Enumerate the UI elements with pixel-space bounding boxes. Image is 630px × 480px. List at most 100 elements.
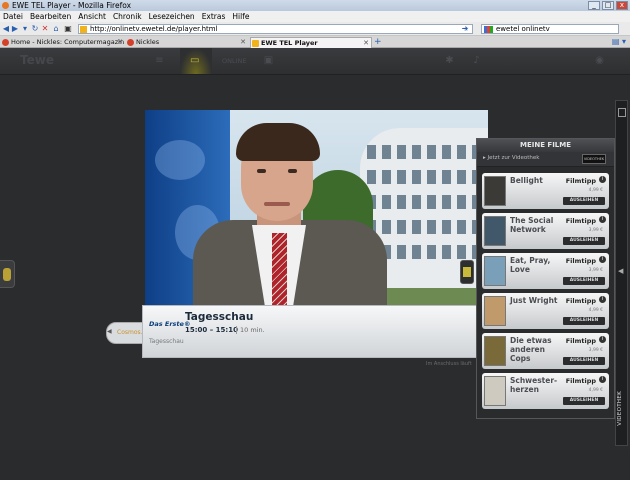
back-icon[interactable]: ◀ — [2, 25, 10, 33]
filmtipp-label: Filmtipp — [565, 217, 596, 225]
my-movies-panel: MEINE FILME ▸ Jetzt zur Videothek VIDEOT… — [476, 138, 615, 419]
filmtipp-label: Filmtipp — [565, 297, 596, 305]
movie-price: 3,99 € — [588, 268, 603, 273]
video-player[interactable] — [145, 110, 488, 305]
minimize-button[interactable]: _ — [588, 1, 600, 10]
nickles-favicon-icon — [127, 39, 134, 46]
videothek-sidebar[interactable]: ◀ VIDEOTHEK — [615, 100, 628, 446]
building-windows — [367, 170, 485, 184]
filmtipp-label: Filmtipp — [565, 257, 596, 265]
tab-ewe-tel-player[interactable]: EWE TEL Player ✕ — [250, 37, 372, 48]
rent-button[interactable]: AUSLEIHEN — [563, 197, 605, 205]
close-tab-icon[interactable]: ✕ — [363, 38, 369, 48]
movie-poster[interactable] — [484, 176, 506, 206]
anchor-eye — [288, 169, 297, 173]
panel-toggle-icon[interactable] — [618, 108, 626, 117]
new-tab-icon[interactable]: + — [374, 37, 382, 47]
nickles-favicon-icon — [2, 39, 9, 46]
tv-mode-button[interactable]: ▭ — [180, 48, 212, 74]
left-panel-toggle[interactable] — [0, 260, 15, 288]
movie-item[interactable]: Bellight Filmtipp i 4,99 € AUSLEIHEN — [482, 173, 609, 209]
menu-datei[interactable]: Datei — [3, 11, 23, 22]
movie-poster[interactable] — [484, 376, 506, 406]
news-anchor — [175, 115, 387, 305]
list-tabs-icon[interactable]: ▤ ▾ — [612, 37, 626, 46]
filmtipp-label: Filmtipp — [565, 337, 596, 345]
audio-icon[interactable]: ♪ — [470, 55, 483, 66]
forward-icon[interactable]: ▶ — [11, 25, 19, 33]
film-strip-button[interactable] — [460, 260, 474, 284]
record-icon[interactable]: ▣ — [262, 55, 275, 66]
anchor-hair — [236, 123, 320, 161]
menu-hilfe[interactable]: Hilfe — [232, 11, 249, 22]
movie-item[interactable]: The Social Network Filmtipp i 3,99 € AUSLEIH… — [482, 213, 609, 249]
window-title: EWE TEL Player - Mozilla Firefox — [12, 1, 132, 10]
ewe-favicon-icon — [252, 40, 259, 47]
tab-label: Home - Nickles: Computermagazin z... — [11, 38, 125, 46]
rent-button[interactable]: AUSLEIHEN — [563, 237, 605, 245]
chevron-left-icon[interactable]: ◀ — [107, 328, 112, 335]
info-icon[interactable]: i — [599, 176, 606, 183]
program-time: 15:00 – 15:10 — [185, 326, 238, 334]
program-subtitle: Tagesschau — [149, 338, 184, 345]
url-text: http://onlinetv.ewetel.de/player.html — [90, 25, 218, 33]
info-icon[interactable]: i — [599, 336, 606, 343]
movie-item[interactable]: Just Wright Filmtipp i 4,99 € AUSLEIHEN — [482, 293, 609, 329]
building-windows — [367, 220, 485, 234]
tab-label: Nickles — [136, 38, 160, 46]
reload-icon[interactable]: ↻ — [31, 25, 39, 33]
window-title-bar: EWE TEL Player - Mozilla Firefox _ □ x — [0, 0, 630, 11]
settings-icon[interactable]: ✱ — [443, 55, 456, 66]
tab-label: EWE TEL Player — [261, 39, 318, 47]
movie-item[interactable]: Schwester-herzen Filmtipp i 4,99 € AUSLEIHEN — [482, 373, 609, 409]
videothek-link[interactable]: ▸ Jetzt zur Videothek — [483, 155, 539, 161]
movie-title: Eat, Pray, Love — [510, 256, 551, 274]
anchor-tie — [272, 233, 287, 305]
rent-button[interactable]: AUSLEIHEN — [563, 397, 605, 405]
sidebar-label: VIDEOTHEK — [617, 391, 623, 426]
maximize-button[interactable]: □ — [602, 1, 614, 10]
menu-lesezeichen[interactable]: Lesezeichen — [149, 11, 195, 22]
search-engine-icon[interactable] — [484, 26, 493, 33]
movie-price: 4,99 € — [588, 308, 603, 313]
menu-bar: Datei Bearbeiten Ansicht Chronik Lesezei… — [0, 11, 630, 22]
rent-button[interactable]: AUSLEIHEN — [563, 277, 605, 285]
stop-icon[interactable]: ✕ — [41, 25, 49, 33]
movie-poster[interactable] — [484, 256, 506, 286]
collapse-arrow-icon[interactable]: ◀ — [618, 267, 623, 275]
tab-nickles-home[interactable]: Home - Nickles: Computermagazin z... ✕ — [1, 37, 125, 48]
menu-extras[interactable]: Extras — [202, 11, 226, 22]
info-icon[interactable]: i — [599, 216, 606, 223]
info-icon[interactable]: i — [599, 296, 606, 303]
movie-poster[interactable] — [484, 336, 506, 366]
bookmark-menu-icon[interactable]: ▣ — [64, 25, 72, 33]
search-bar[interactable]: ewetel onlinetv — [481, 24, 619, 34]
home-icon[interactable]: ⌂ — [52, 25, 60, 33]
movie-poster[interactable] — [484, 296, 506, 326]
movie-poster[interactable] — [484, 216, 506, 246]
url-bar[interactable]: http://onlinetv.ewetel.de/player.html ☆ — [78, 24, 473, 34]
menu-chronik[interactable]: Chronik — [113, 11, 142, 22]
movie-price: 4,99 € — [588, 188, 603, 193]
menu-icon[interactable]: ≡ — [153, 55, 166, 66]
rent-button[interactable]: AUSLEIHEN — [563, 317, 605, 325]
epg-info-bar: Das Erste® Tagesschau 15:00 – 15:10 10 m… — [142, 305, 488, 358]
filmtipp-label: Filmtipp — [565, 377, 596, 385]
rent-button[interactable]: AUSLEIHEN — [563, 357, 605, 365]
close-window-button[interactable]: x — [616, 1, 628, 10]
movie-item[interactable]: Die etwas anderen Cops Filmtipp i 3,99 € AUS… — [482, 333, 609, 369]
close-tab-icon[interactable]: ✕ — [117, 37, 123, 48]
power-icon[interactable]: ◉ — [593, 55, 606, 66]
tab-nickles[interactable]: Nickles ✕ — [126, 37, 248, 48]
close-tab-icon[interactable]: ✕ — [240, 37, 246, 48]
menu-ansicht[interactable]: Ansicht — [78, 11, 106, 22]
info-icon[interactable]: i — [599, 256, 606, 263]
go-arrow-icon[interactable]: ➜ — [461, 25, 469, 33]
history-dropdown-icon[interactable]: ▾ — [21, 25, 29, 33]
menu-bearbeiten[interactable]: Bearbeiten — [30, 11, 71, 22]
film-icon — [463, 267, 471, 277]
movie-title: Die etwas anderen Cops — [510, 336, 552, 363]
info-icon[interactable]: i — [599, 376, 606, 383]
building-windows — [367, 145, 485, 159]
movie-item[interactable]: Eat, Pray, Love Filmtipp i 3,99 € AUSLEIHEN — [482, 253, 609, 289]
